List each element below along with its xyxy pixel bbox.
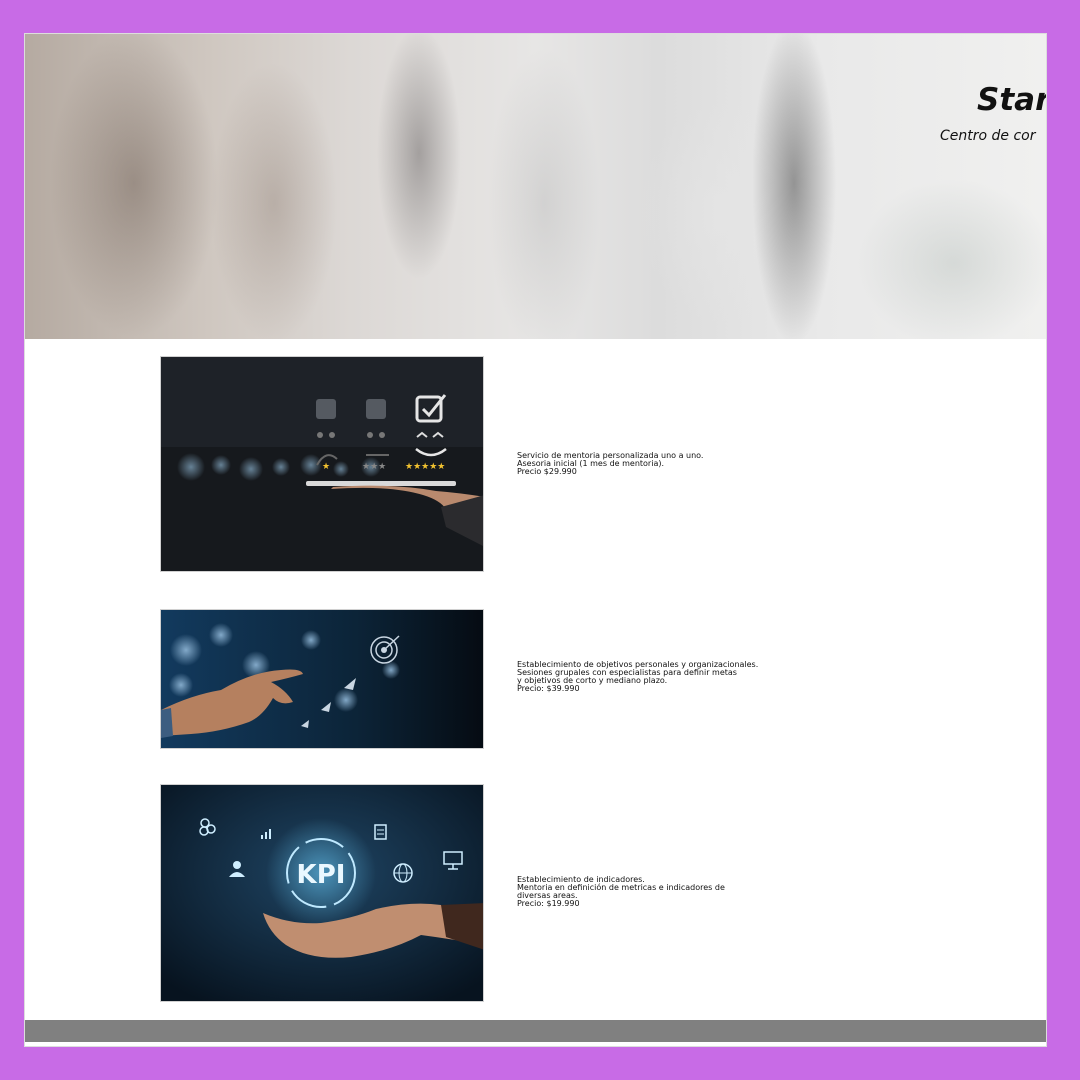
site-title: Star: [977, 82, 1047, 118]
svg-text:★★★: ★★★: [362, 462, 386, 472]
service-2-price: Precio: $39.990: [517, 684, 580, 693]
hero-banner: Star Centro de cor: [24, 33, 1047, 339]
kpi-label: KPI: [297, 860, 346, 890]
svg-text:★★★★★: ★★★★★: [405, 462, 445, 472]
customer-rating-icon: ★ ★★★ ★★★★★: [161, 357, 483, 571]
kpi-icon: KPI: [161, 785, 483, 1001]
service-1-price: Precio $29.990: [517, 467, 577, 476]
service-3-image: KPI: [160, 784, 484, 1002]
service-1-image: ★ ★★★ ★★★★★: [160, 356, 484, 572]
service-2-image: [160, 609, 484, 749]
service-1-description: Servicio de mentoria personalizada uno a…: [517, 452, 777, 476]
target-goals-icon: [161, 610, 483, 748]
service-3-price: Precio: $19.990: [517, 899, 580, 908]
site-subtitle: Centro de cor: [940, 128, 1036, 144]
service-3-description: Establecimiento de indicadores. Mentoria…: [517, 876, 777, 908]
service-2-description: Establecimiento de objetivos personales …: [517, 661, 777, 693]
svg-text:★: ★: [322, 462, 330, 472]
footer-bar: [24, 1020, 1047, 1042]
page: Star Centro de cor ★ ★★★ ★★★★★ Servicio …: [24, 33, 1047, 1047]
